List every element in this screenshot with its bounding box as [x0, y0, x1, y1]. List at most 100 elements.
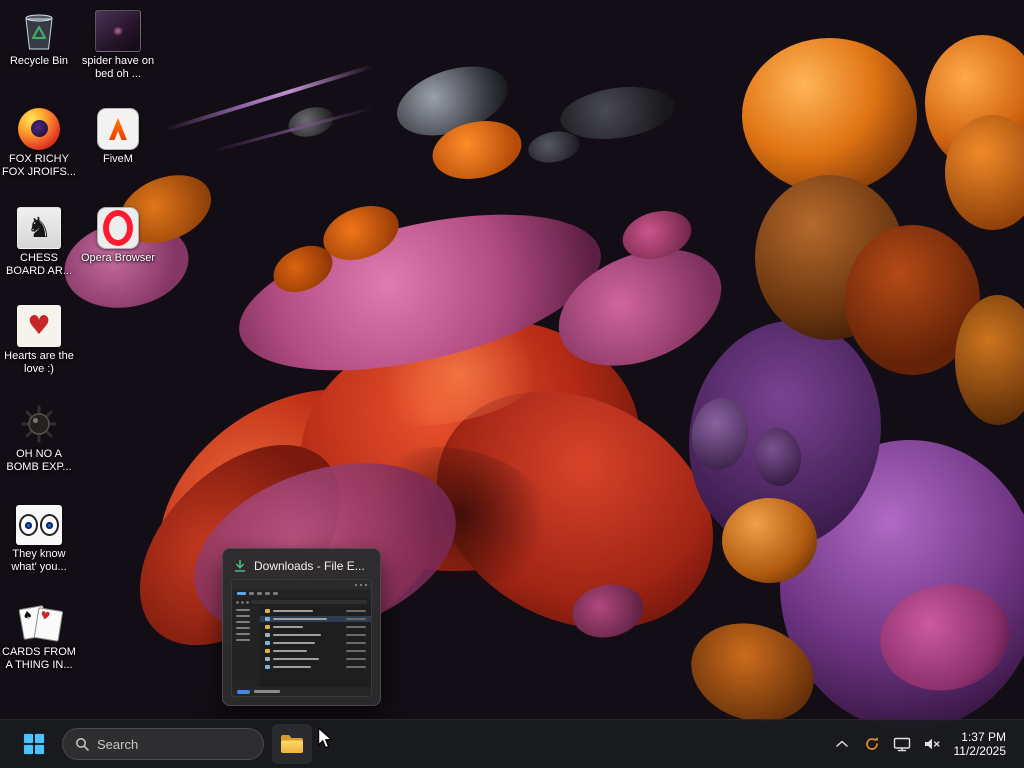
thumbnail-detail: [265, 641, 270, 645]
desktop-icon-label: Opera Browser: [81, 252, 155, 264]
cards-thumbnail: ♠ ♥: [16, 597, 64, 643]
thumbnail-detail: [365, 583, 367, 586]
thumbnail-detail: [236, 633, 250, 635]
download-icon: [234, 559, 246, 572]
thumbnail-detail: [260, 664, 371, 670]
desktop-icon-label: CARDS FROM A THING IN...: [2, 646, 76, 671]
taskbar: Search 1:37 PM 11/2/2025: [0, 719, 1024, 768]
desktop-icon-opera[interactable]: Opera Browser: [80, 203, 156, 265]
thumbnail-detail: [346, 665, 366, 669]
thumbnail-detail: [346, 609, 366, 613]
search-icon: [76, 738, 89, 751]
desktop-icon-firefox[interactable]: FOX RICHY FOX JROIFS...: [1, 104, 77, 179]
thumbnail-detail: [260, 606, 371, 687]
desktop[interactable]: Recycle Bin spider have on bed oh ... FO…: [0, 0, 1024, 768]
thumbnail-detail: [251, 600, 367, 604]
thumbnail-detail: [355, 583, 357, 586]
thumbnail-detail: [232, 687, 371, 696]
thumbnail-detail: [236, 639, 250, 641]
preview-header: Downloads - File E...: [231, 557, 372, 573]
volume-tray-button[interactable]: [918, 726, 946, 762]
desktop-icon-cards[interactable]: ♠ ♥ CARDS FROM A THING IN...: [1, 597, 77, 672]
thumbnail-detail: [346, 633, 366, 637]
thumbnail-detail: [346, 641, 366, 645]
search-label: Search: [97, 736, 139, 752]
thumbnail-detail: [265, 625, 270, 629]
taskbar-clock[interactable]: 1:37 PM 11/2/2025: [948, 728, 1015, 760]
sync-tray-button[interactable]: [858, 726, 886, 762]
thumbnail-detail: [273, 592, 278, 595]
taskbar-preview-flyout[interactable]: Downloads - File E...: [222, 548, 381, 706]
desktop-icon-they-know[interactable]: They know what' you...: [1, 499, 77, 574]
thumbnail-detail: [260, 632, 371, 638]
desktop-icon-label: FOX RICHY FOX JROIFS...: [2, 153, 76, 178]
thumbnail-detail: [260, 616, 371, 622]
thumbnail-detail: [260, 648, 371, 654]
desktop-icon-chess[interactable]: ♞ CHESS BOARD AR...: [1, 203, 77, 278]
desktop-icon-hearts[interactable]: ♥ Hearts are the love :): [1, 301, 77, 376]
bomb-thumbnail: [18, 399, 60, 445]
thumbnail-detail: [273, 609, 313, 613]
recycle-bin-icon: [20, 6, 58, 52]
chevron-up-icon: [835, 740, 848, 747]
thumbnail-detail: [232, 580, 371, 589]
thumbnail-detail: [232, 589, 371, 598]
thumbnail-detail: [265, 617, 270, 621]
thumbnail-detail: [346, 649, 366, 653]
thumbnail-detail: [241, 600, 244, 604]
thumbnail-detail: [265, 657, 270, 661]
thumbnail-detail: [254, 690, 280, 693]
thumbnail-detail: [265, 665, 270, 669]
desktop-icon-label: Hearts are the love :): [4, 350, 74, 375]
mouse-cursor: [318, 727, 333, 749]
preview-window-title: Downloads - File E...: [254, 559, 365, 573]
thumbnail-detail: [265, 609, 270, 613]
thumbnail-detail: [260, 624, 371, 630]
thumbnail-detail: [260, 608, 371, 614]
thumbnail-detail: [236, 627, 250, 629]
taskbar-search[interactable]: Search: [62, 728, 264, 760]
explorer-thumbnail: [231, 579, 372, 697]
hidden-icons-button[interactable]: [828, 726, 856, 762]
thumbnail-detail: [249, 592, 254, 595]
fivem-icon: [97, 104, 139, 150]
desktop-icon-bomb[interactable]: OH NO A BOMB EXP...: [1, 399, 77, 474]
taskbar-file-explorer-button[interactable]: [272, 724, 312, 764]
hearts-thumbnail: ♥: [17, 301, 61, 347]
sync-icon: [865, 737, 878, 750]
thumbnail-detail: [273, 633, 321, 637]
thumbnail-detail: [236, 615, 250, 617]
desktop-icon-spider-photo[interactable]: spider have on bed oh ...: [80, 6, 156, 81]
clock-date: 11/2/2025: [953, 744, 1007, 758]
desktop-icon-label: OH NO A BOMB EXP...: [6, 448, 72, 473]
network-tray-button[interactable]: [888, 726, 916, 762]
thumbnail-detail: [273, 617, 327, 621]
thumbnail-detail: [273, 665, 311, 669]
eyes-thumbnail: [16, 499, 62, 545]
thumbnail-detail: [265, 592, 270, 595]
thumbnail-detail: [260, 656, 371, 662]
thumbnail-detail: [273, 625, 303, 629]
desktop-icon-fivem[interactable]: FiveM: [80, 104, 156, 166]
thumbnail-detail: [360, 583, 362, 586]
thumbnail-detail: [236, 621, 250, 623]
network-icon: [893, 737, 910, 751]
desktop-icon-recycle-bin[interactable]: Recycle Bin: [1, 6, 77, 68]
desktop-icon-label: spider have on bed oh ...: [81, 55, 155, 80]
thumbnail-detail: [260, 640, 371, 646]
clock-time: 1:37 PM: [961, 730, 1006, 744]
thumbnail-detail: [236, 600, 239, 604]
thumbnail-detail: [346, 617, 366, 621]
thumbnail-detail: [232, 606, 371, 687]
thumbnail-detail: [237, 592, 246, 595]
thumbnail-detail: [236, 609, 250, 611]
thumbnail-detail: [273, 657, 319, 661]
thumbnail-detail: [346, 657, 366, 661]
thumbnail-detail: [232, 598, 371, 606]
desktop-icon-label: CHESS BOARD AR...: [5, 252, 73, 277]
windows-start-icon: [23, 733, 45, 755]
start-button[interactable]: [14, 724, 54, 764]
firefox-icon: [18, 104, 60, 150]
thumbnail-detail: [232, 606, 260, 687]
thumbnail-detail: [246, 600, 249, 604]
